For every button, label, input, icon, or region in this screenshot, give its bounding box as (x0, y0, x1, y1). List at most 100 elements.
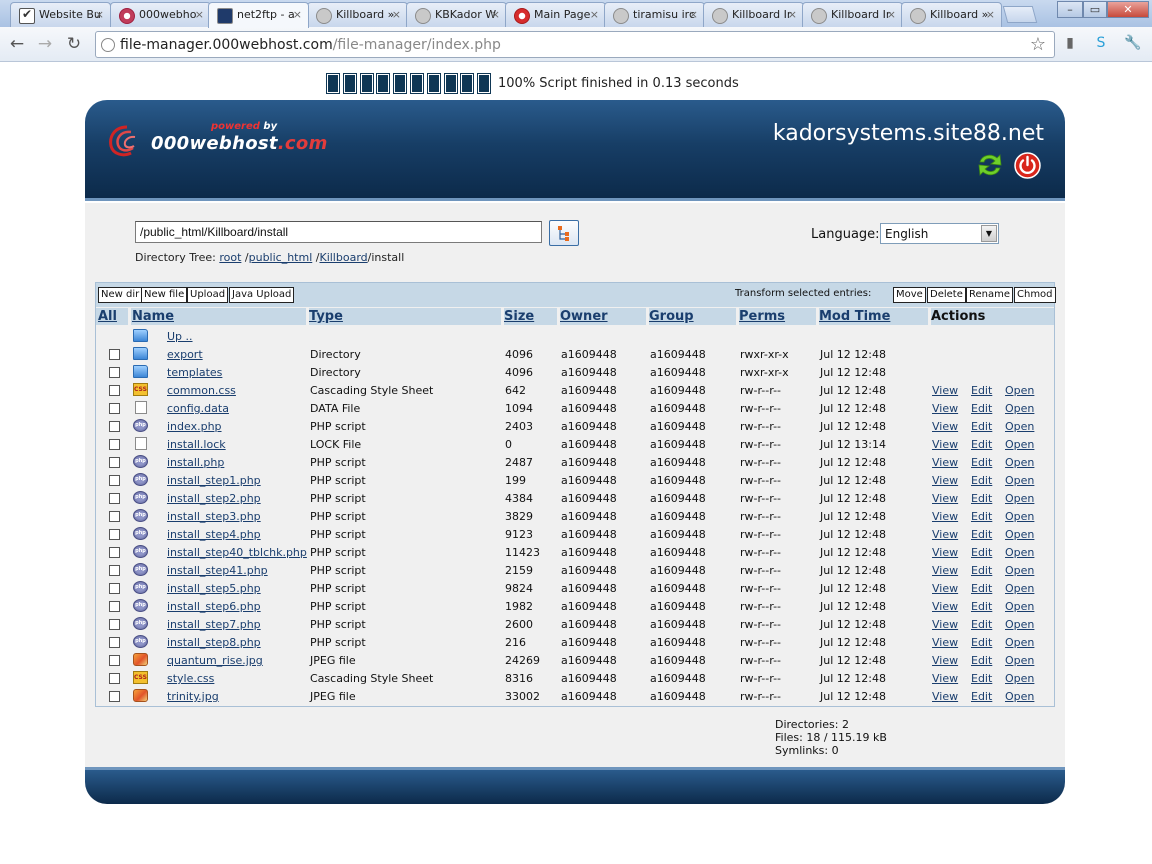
edit-link[interactable]: Edit (971, 402, 992, 415)
new-tab-button[interactable] (1002, 6, 1038, 23)
minimize-button[interactable]: – (1057, 1, 1083, 18)
open-link[interactable]: Open (1005, 690, 1034, 703)
file-name-link[interactable]: install_step5.php (167, 582, 261, 595)
file-name-link[interactable]: install_step3.php (167, 510, 261, 523)
browser-tab[interactable]: Killboard Ir × (703, 2, 804, 27)
select-all-link[interactable]: All (98, 309, 117, 324)
open-link[interactable]: Open (1005, 600, 1034, 613)
bookmark-star-icon[interactable]: ☆ (1030, 34, 1046, 55)
open-link[interactable]: Open (1005, 528, 1034, 541)
row-checkbox[interactable] (109, 349, 120, 360)
file-name-link[interactable]: install.php (167, 456, 224, 469)
edit-link[interactable]: Edit (971, 384, 992, 397)
breadcrumb-link[interactable]: Killboard (319, 251, 367, 264)
file-name-link[interactable]: config.data (167, 402, 229, 415)
tab-close-icon[interactable]: × (986, 8, 995, 21)
row-checkbox[interactable] (109, 403, 120, 414)
tab-close-icon[interactable]: × (95, 8, 104, 21)
new-file-button[interactable]: New file (141, 287, 188, 303)
row-checkbox[interactable] (109, 565, 120, 576)
edit-link[interactable]: Edit (971, 618, 992, 631)
window-close-button[interactable]: ✕ (1107, 1, 1149, 18)
edit-link[interactable]: Edit (971, 420, 992, 433)
edit-link[interactable]: Edit (971, 456, 992, 469)
file-name-link[interactable]: install.lock (167, 438, 226, 451)
file-name-link[interactable]: install_step8.php (167, 636, 261, 649)
row-checkbox[interactable] (109, 619, 120, 630)
row-checkbox[interactable] (109, 601, 120, 612)
chevron-down-icon[interactable]: ▼ (981, 225, 997, 242)
open-link[interactable]: Open (1005, 438, 1034, 451)
edit-link[interactable]: Edit (971, 528, 992, 541)
file-name-link[interactable]: common.css (167, 384, 236, 397)
file-name-link[interactable]: templates (167, 366, 222, 379)
edit-link[interactable]: Edit (971, 510, 992, 523)
sort-name-link[interactable]: Name (132, 309, 174, 324)
view-link[interactable]: View (932, 492, 958, 505)
row-checkbox[interactable] (109, 547, 120, 558)
sort-type-link[interactable]: Type (309, 309, 343, 324)
row-checkbox[interactable] (109, 637, 120, 648)
view-link[interactable]: View (932, 528, 958, 541)
address-bar[interactable]: file-manager.000webhost.com/file-manager… (95, 31, 1055, 58)
browser-tab[interactable]: Killboard Ir × (802, 2, 903, 27)
browser-tab[interactable]: KBKador W × (406, 2, 507, 27)
open-link[interactable]: Open (1005, 672, 1034, 685)
upload-button[interactable]: Upload (187, 287, 229, 303)
view-link[interactable]: View (932, 672, 958, 685)
view-link[interactable]: View (932, 438, 958, 451)
view-link[interactable]: View (932, 402, 958, 415)
reload-icon[interactable]: ↻ (63, 34, 85, 54)
row-checkbox[interactable] (109, 511, 120, 522)
tab-close-icon[interactable]: × (590, 8, 599, 21)
tab-close-icon[interactable]: × (689, 8, 698, 21)
sort-size-link[interactable]: Size (504, 309, 534, 324)
breadcrumb-link[interactable]: root (219, 251, 241, 264)
browser-tab[interactable]: 000webho × (110, 2, 211, 27)
file-name-link[interactable]: export (167, 348, 203, 361)
open-link[interactable]: Open (1005, 564, 1034, 577)
row-checkbox[interactable] (109, 421, 120, 432)
edit-link[interactable]: Edit (971, 492, 992, 505)
open-link[interactable]: Open (1005, 582, 1034, 595)
row-checkbox[interactable] (109, 367, 120, 378)
view-link[interactable]: View (932, 420, 958, 433)
sort-owner-link[interactable]: Owner (560, 309, 608, 324)
edit-link[interactable]: Edit (971, 690, 992, 703)
sort-group-link[interactable]: Group (649, 309, 694, 324)
open-link[interactable]: Open (1005, 654, 1034, 667)
file-name-link[interactable]: install_step2.php (167, 492, 261, 505)
view-link[interactable]: View (932, 690, 958, 703)
breadcrumb-link[interactable]: public_html (249, 251, 313, 264)
wrench-icon[interactable]: 🔧 (1124, 35, 1142, 53)
file-name-link[interactable]: install_step7.php (167, 618, 261, 631)
browser-tab[interactable]: tiramisu irc × (604, 2, 705, 27)
rename-button[interactable]: Rename (966, 287, 1014, 303)
open-link[interactable]: Open (1005, 618, 1034, 631)
open-link[interactable]: Open (1005, 402, 1034, 415)
java-upload-button[interactable]: Java Upload (229, 287, 295, 303)
browser-tab[interactable]: Website Bu× (10, 2, 111, 27)
edit-link[interactable]: Edit (971, 654, 992, 667)
tab-close-icon[interactable]: × (491, 8, 500, 21)
row-checkbox[interactable] (109, 529, 120, 540)
edit-link[interactable]: Edit (971, 636, 992, 649)
refresh-icon[interactable] (976, 150, 1004, 180)
file-name-link[interactable]: install_step6.php (167, 600, 261, 613)
row-checkbox[interactable] (109, 475, 120, 486)
chmod-button[interactable]: Chmod (1014, 287, 1056, 303)
row-checkbox[interactable] (109, 439, 120, 450)
open-link[interactable]: Open (1005, 384, 1034, 397)
delete-button[interactable]: Delete (927, 287, 966, 303)
view-link[interactable]: View (932, 384, 958, 397)
view-link[interactable]: View (932, 546, 958, 559)
edit-link[interactable]: Edit (971, 546, 992, 559)
edit-link[interactable]: Edit (971, 672, 992, 685)
open-link[interactable]: Open (1005, 474, 1034, 487)
maximize-button[interactable]: ▭ (1083, 1, 1107, 18)
open-link[interactable]: Open (1005, 492, 1034, 505)
view-link[interactable]: View (932, 654, 958, 667)
view-link[interactable]: View (932, 636, 958, 649)
row-checkbox[interactable] (109, 691, 120, 702)
browser-tab[interactable]: Killboard » × (307, 2, 408, 27)
